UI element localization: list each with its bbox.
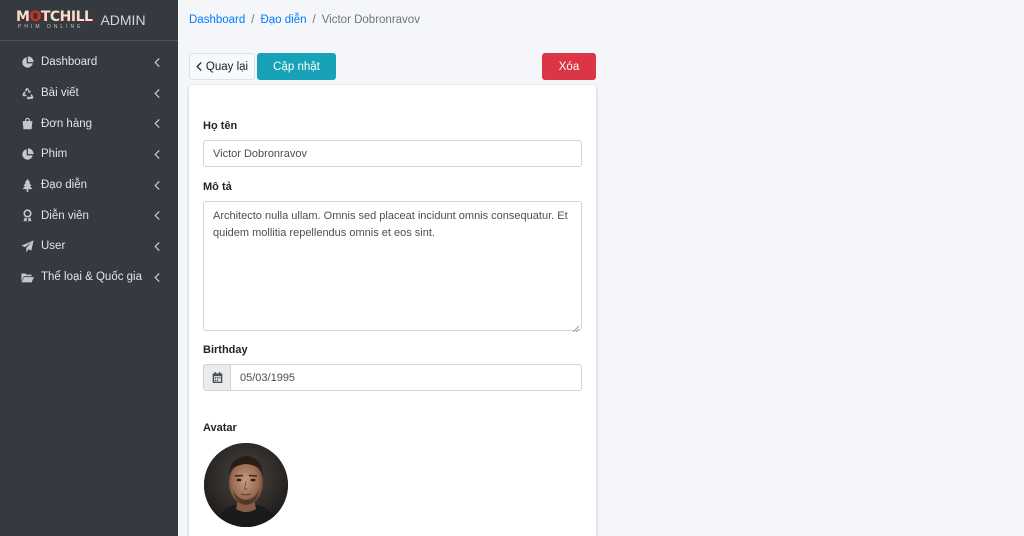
name-label: Họ tên — [203, 120, 238, 132]
description-text: Architecto nulla ullam. Omnis sed placea… — [213, 210, 568, 239]
breadcrumb-link-dao-dien[interactable]: Đạo diễn — [260, 14, 306, 26]
breadcrumb-separator: / — [251, 14, 255, 26]
avatar-label: Avatar — [203, 422, 237, 434]
sidebar-item-bai-viet[interactable]: Bài viết — [0, 78, 178, 109]
delete-button[interactable]: Xóa — [542, 53, 596, 80]
delete-button-label: Xóa — [558, 60, 580, 73]
breadcrumb-link-dashboard[interactable]: Dashboard — [189, 14, 245, 26]
avatar[interactable] — [204, 443, 288, 527]
chevron-left-icon — [154, 57, 162, 67]
sidebar-item-the-loai-quoc-gia[interactable]: Thể loại & Quốc gia — [0, 262, 178, 293]
sidebar-item-phim[interactable]: Phim — [0, 139, 178, 170]
breadcrumb-separator: / — [312, 14, 316, 26]
back-button-label: Quay lại — [205, 60, 249, 73]
sidebar-item-label: Diễn viên — [41, 209, 89, 222]
sidebar-item-label: Dashboard — [41, 56, 98, 69]
chevron-left-icon — [154, 211, 162, 221]
breadcrumb-current: Victor Dobronravov — [321, 14, 420, 26]
back-button[interactable]: Quay lại — [189, 53, 255, 80]
sidebar-item-don-hang[interactable]: Đơn hàng — [0, 108, 178, 139]
birthday-label: Birthday — [203, 344, 248, 356]
paper-plane-icon — [20, 239, 34, 253]
sidebar-item-label: Đơn hàng — [41, 117, 93, 130]
chevron-left-icon — [154, 119, 162, 129]
sidebar-item-dao-dien[interactable]: Đạo diễn — [0, 170, 178, 201]
breadcrumb: Dashboard / Đạo diễn / Victor Dobronravo… — [189, 14, 420, 26]
sidebar-nav: Dashboard Bài viết Đơn hàng Phim Đạo diễ… — [0, 41, 178, 293]
pie-chart-icon — [20, 55, 34, 69]
sidebar-item-user[interactable]: User — [0, 231, 178, 262]
folder-open-icon — [20, 270, 34, 284]
sidebar-item-dien-vien[interactable]: Diễn viên — [0, 200, 178, 231]
description-textarea[interactable]: Architecto nulla ullam. Omnis sed placea… — [203, 201, 582, 333]
chevron-left-icon — [154, 272, 162, 282]
update-button[interactable]: Cập nhật — [257, 53, 336, 80]
sidebar: MOTCHILL PHIM ONLINE ADMIN Dashboard Bài… — [0, 0, 178, 536]
shopping-bag-icon — [20, 117, 34, 131]
sidebar-item-label: Bài viết — [41, 87, 79, 100]
recycle-icon — [20, 86, 34, 100]
birthday-input[interactable]: 05/03/1995 — [231, 364, 582, 391]
calendar-icon[interactable] — [203, 364, 231, 391]
brand-text: ADMIN — [100, 12, 146, 28]
sidebar-item-label: Thể loại & Quốc gia — [41, 271, 143, 284]
tree-icon — [20, 178, 34, 192]
chevron-left-icon — [154, 180, 162, 190]
chevron-left-icon — [154, 241, 162, 251]
director-edit-card: Họ tên Victor Dobronravov Mô tả Architec… — [189, 85, 596, 536]
sidebar-item-dashboard[interactable]: Dashboard — [0, 47, 178, 78]
chevron-left-icon — [196, 62, 202, 71]
chevron-left-icon — [154, 149, 162, 159]
sidebar-item-label: Đạo diễn — [41, 179, 88, 192]
chevron-left-icon — [154, 88, 162, 98]
update-button-label: Cập nhật — [273, 60, 320, 73]
brand-logo: MOTCHILL PHIM ONLINE — [16, 9, 93, 30]
sidebar-item-label: Phim — [41, 148, 68, 161]
award-icon — [20, 209, 34, 223]
name-input[interactable]: Victor Dobronravov — [203, 140, 582, 167]
sidebar-item-label: User — [41, 240, 66, 253]
description-label: Mô tả — [203, 181, 232, 193]
pie-chart-icon — [20, 147, 34, 161]
brand-link[interactable]: MOTCHILL PHIM ONLINE ADMIN — [0, 0, 178, 41]
birthday-input-group: 05/03/1995 — [203, 364, 582, 391]
resize-grip-icon[interactable] — [572, 321, 580, 333]
